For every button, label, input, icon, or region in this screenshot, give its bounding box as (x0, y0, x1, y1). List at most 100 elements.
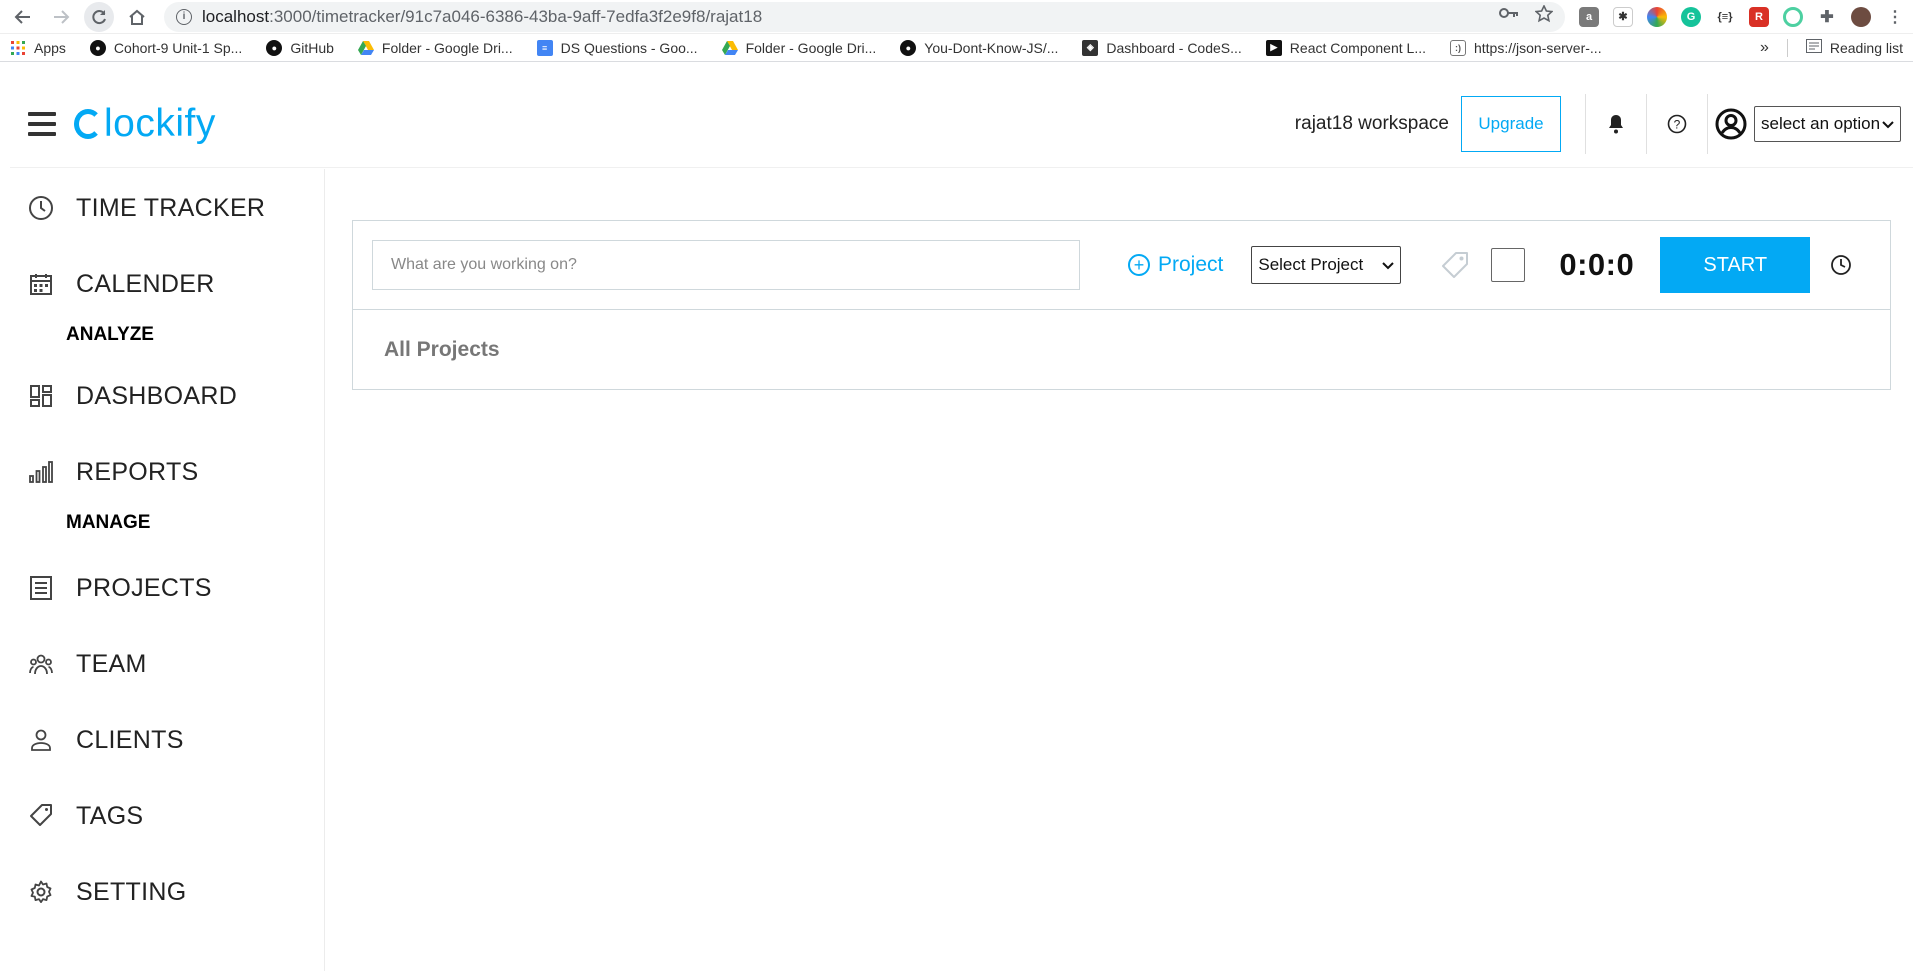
bookmark-drive-folder[interactable]: Folder - Google Dri... (357, 39, 513, 56)
grammarly-extension-icon[interactable]: G (1681, 6, 1701, 27)
reading-list-icon (1805, 39, 1822, 56)
sidebar-item-label: DASHBOARD (76, 381, 238, 410)
app-header: lockify rajat18 workspace Upgrade ? sele… (10, 80, 1913, 168)
sidebar-item-label: CALENDER (76, 269, 215, 298)
sidebar-item-label: TIME TRACKER (76, 193, 266, 222)
bookmark-label: Cohort-9 Unit-1 Sp... (113, 39, 243, 56)
chevron-down-icon (1882, 114, 1894, 134)
star-bookmark-icon[interactable] (1534, 4, 1554, 28)
color-wheel-extension-icon[interactable] (1647, 6, 1667, 27)
bookmarks-divider (1786, 38, 1788, 57)
time-tracker-panel: What are you working on? + Project Selec… (352, 220, 1891, 390)
bookmarks-bar: Apps ● Cohort-9 Unit-1 Sp... ● GitHub Fo… (0, 34, 1913, 62)
shopping-bag-extension-icon[interactable]: a (1579, 6, 1599, 27)
key-icon[interactable] (1499, 5, 1519, 28)
reading-list-button[interactable]: Reading list (1805, 39, 1903, 56)
time-entry-bar: What are you working on? + Project Selec… (353, 221, 1890, 310)
clockify-app: lockify rajat18 workspace Upgrade ? sele… (10, 80, 1913, 971)
bookmark-label: Folder - Google Dri... (745, 39, 877, 56)
sidebar-item-reports[interactable]: REPORTS (10, 434, 324, 510)
sidebar-item-label: TEAM (76, 649, 147, 678)
profile-avatar-icon[interactable] (1851, 6, 1871, 27)
clock-icon[interactable] (1828, 252, 1854, 278)
start-button[interactable]: START (1660, 237, 1811, 293)
project-select[interactable]: Select Project (1251, 246, 1402, 284)
puzzle-extensions-icon[interactable]: ✚ (1817, 6, 1837, 27)
bookmark-label: React Component L... (1289, 39, 1426, 56)
project-link-label: Project (1158, 253, 1224, 276)
team-icon (28, 651, 54, 677)
project-select-value: Select Project (1258, 255, 1364, 274)
bookmark-label: Apps (34, 39, 66, 56)
clockify-logo-mark (74, 108, 102, 139)
url-host: localhost (202, 6, 270, 26)
sidebar-item-setting[interactable]: SETTING (10, 854, 324, 930)
sidebar-item-projects[interactable]: PROJECTS (10, 550, 324, 626)
back-arrow-icon[interactable] (8, 2, 38, 32)
logo-text: lockify (104, 101, 216, 145)
json-extension-icon[interactable]: {≡} (1715, 6, 1735, 27)
bookmarks-overflow-button[interactable]: » (1760, 39, 1769, 57)
bookmark-cohort[interactable]: ● Cohort-9 Unit-1 Sp... (89, 39, 243, 56)
billable-checkbox[interactable] (1491, 248, 1526, 282)
bookmark-apps[interactable]: Apps (10, 40, 66, 56)
bookmark-label: https://json-server-... (1473, 39, 1602, 56)
plus-circle-icon: + (1128, 254, 1150, 276)
bookmark-drive-folder-2[interactable]: Folder - Google Dri... (721, 39, 877, 56)
reload-icon[interactable] (84, 1, 114, 32)
add-project-button[interactable]: + Project (1128, 253, 1223, 277)
sidebar-item-tags[interactable]: TAGS (10, 778, 324, 854)
projects-icon (28, 575, 54, 601)
user-account-icon[interactable] (1708, 108, 1754, 140)
timer-display: 0:0:0 (1559, 247, 1635, 282)
sidebar-item-team[interactable]: TEAM (10, 626, 324, 702)
user-options-select[interactable]: select an option (1754, 105, 1901, 142)
url-path: :3000/timetracker/91c7a046-6386-43ba-9af… (269, 6, 763, 26)
url-text: localhost:3000/timetracker/91c7a046-6386… (202, 7, 762, 27)
upgrade-button[interactable]: Upgrade (1461, 95, 1561, 152)
sidebar-item-label: TAGS (76, 801, 144, 830)
bookmark-label: Dashboard - CodeS... (1106, 39, 1242, 56)
site-info-icon[interactable]: i (176, 8, 192, 25)
sidebar-item-label: SETTING (76, 877, 187, 906)
notifications-bell-icon[interactable] (1586, 114, 1646, 134)
bookmark-label: Folder - Google Dri... (381, 39, 513, 56)
codesandbox-icon: ◈ (1082, 39, 1099, 56)
help-icon[interactable]: ? (1647, 114, 1707, 134)
bookmark-label: DS Questions - Goo... (560, 39, 698, 56)
workspace-name[interactable]: rajat18 workspace (1295, 113, 1449, 135)
description-input[interactable]: What are you working on? (372, 240, 1080, 290)
dashboard-icon (28, 383, 54, 409)
tag-icon[interactable] (1441, 251, 1469, 279)
bookmark-codesandbox[interactable]: ◈ Dashboard - CodeS... (1082, 39, 1242, 56)
circle-extension-icon[interactable] (1783, 6, 1803, 27)
clockify-logo[interactable]: lockify (74, 102, 216, 146)
sidebar-item-dashboard[interactable]: DASHBOARD (10, 358, 324, 434)
sidebar-item-label: REPORTS (76, 457, 199, 486)
bug-extension-icon[interactable]: ✱ (1613, 6, 1633, 27)
redux-devtools-extension-icon[interactable]: R (1749, 6, 1769, 27)
kebab-menu-icon[interactable]: ⋮ (1885, 6, 1905, 27)
bookmark-ydkjs[interactable]: ● You-Dont-Know-JS/... (900, 39, 1058, 56)
apps-grid-icon (10, 40, 26, 56)
bookmark-json-server[interactable]: :) https://json-server-... (1449, 39, 1602, 56)
forward-arrow-icon[interactable] (46, 2, 76, 32)
bookmark-react-component[interactable]: ▶ React Component L... (1265, 39, 1426, 56)
sidebar-heading-analyze: ANALYZE (66, 324, 154, 345)
bookmark-github[interactable]: ● GitHub (266, 39, 334, 56)
svg-text:?: ? (1674, 117, 1681, 131)
sidebar-item-clients[interactable]: CLIENTS (10, 702, 324, 778)
bookmark-ds-questions[interactable]: ≡ DS Questions - Goo... (536, 39, 698, 56)
sidebar-item-calender[interactable]: CALENDER (10, 246, 324, 322)
all-projects-label: All Projects (384, 338, 500, 361)
sidebar-item-label: PROJECTS (76, 573, 212, 602)
home-icon[interactable] (122, 2, 152, 32)
hamburger-menu-icon[interactable] (28, 111, 56, 136)
github-icon: ● (900, 39, 917, 56)
user-select-value: select an option (1761, 113, 1881, 133)
github-icon: ● (89, 39, 106, 56)
react-component-icon: ▶ (1265, 39, 1282, 56)
chevron-down-icon (1382, 255, 1395, 275)
address-bar[interactable]: i localhost:3000/timetracker/91c7a046-63… (164, 1, 1565, 32)
sidebar-item-time-tracker[interactable]: TIME TRACKER (10, 170, 324, 246)
